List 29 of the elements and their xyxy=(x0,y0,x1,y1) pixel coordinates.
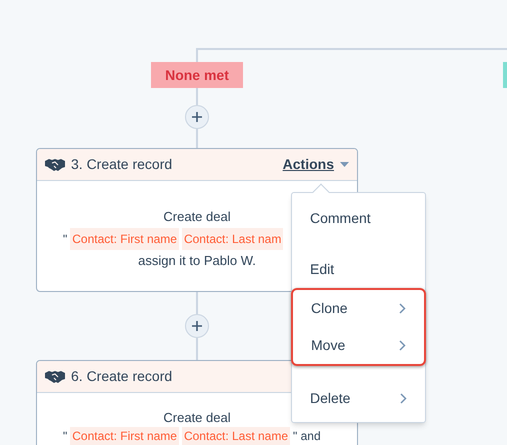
body-text: Create deal xyxy=(163,208,231,226)
property-token: Contact: Last name xyxy=(182,427,290,445)
property-token: Contact: Last nam xyxy=(182,228,284,250)
body-text: Create deal xyxy=(163,409,231,427)
caret-icon xyxy=(340,162,349,167)
chevron-right-icon xyxy=(400,393,407,404)
chevron-right-icon xyxy=(399,303,406,314)
menu-item[interactable]: Delete xyxy=(292,380,425,417)
property-token: Contact: First name xyxy=(70,228,179,250)
plus-icon xyxy=(191,320,203,332)
actions-dropdown[interactable]: Actions xyxy=(282,154,349,175)
body-text: " xyxy=(63,428,68,445)
menu-item[interactable]: Move xyxy=(293,327,424,364)
body-text: " xyxy=(63,231,68,248)
add-step-button[interactable] xyxy=(185,105,209,129)
plus-icon xyxy=(191,111,203,123)
chevron-right-icon xyxy=(399,340,406,351)
menu-item[interactable]: Edit xyxy=(292,251,425,288)
body-text: assign it to Pablo W. xyxy=(138,252,256,270)
property-token: Contact: First name xyxy=(70,427,179,445)
body-text: " and xyxy=(293,428,321,445)
branch-label: None met xyxy=(151,62,243,88)
add-step-button[interactable] xyxy=(185,314,209,338)
handshake-icon xyxy=(45,158,65,172)
handshake-icon xyxy=(45,370,65,384)
card-title: 3. Create record xyxy=(71,155,172,174)
menu-item[interactable]: Clone xyxy=(293,290,424,327)
menu-item[interactable]: Comment xyxy=(292,200,425,237)
card-title: 6. Create record xyxy=(71,367,172,386)
